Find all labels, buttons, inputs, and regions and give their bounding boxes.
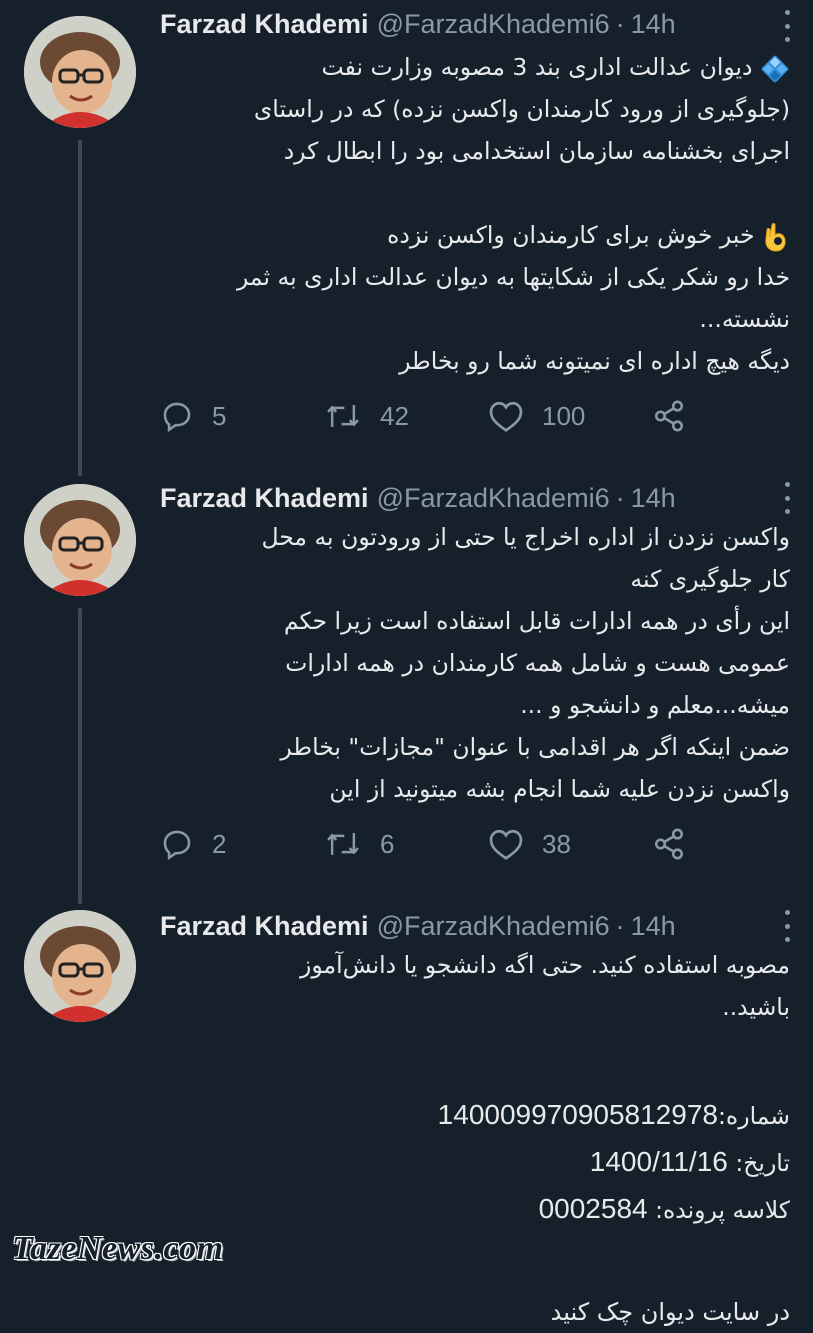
author-name[interactable]: Farzad Khademi — [160, 911, 369, 942]
share-icon — [654, 400, 684, 432]
more-vertical-icon[interactable] — [783, 10, 791, 42]
tweet-line: خدا رو شکر یکی از شکایتها به دیوان عدالت… — [236, 263, 790, 291]
retweet-count: 42 — [380, 400, 409, 431]
separator-dot: · — [615, 8, 625, 39]
tweet-line: خبر خوش برای کارمندان واکسن نزده — [160, 214, 790, 256]
tweet-line: مصوبه استفاده کنید. حتی اگه دانشجو یا دا… — [300, 951, 790, 979]
retweet-button[interactable]: 6 — [324, 827, 488, 861]
tweet-line-text: دیوان عدالت اداری بند 3 مصوبه وزارت نفت — [321, 53, 753, 81]
avatar[interactable] — [24, 484, 136, 596]
reply-icon — [163, 830, 191, 861]
field-number: شماره:140009970905812978 — [160, 1092, 790, 1139]
tweet[interactable]: Farzad Khademi @FarzadKhademi6 · 14h دیو… — [0, 0, 813, 470]
author-name[interactable]: Farzad Khademi — [160, 483, 369, 514]
tweet[interactable]: Farzad Khademi @FarzadKhademi6 · 14h مصو… — [0, 904, 813, 1326]
tweet-line: میشه...معلم و دانشجو و ... — [520, 691, 790, 719]
reply-count: 5 — [212, 400, 227, 431]
tweet-text: مصوبه استفاده کنید. حتی اگه دانشجو یا دا… — [160, 944, 790, 1333]
tweet-text: دیوان عدالت اداری بند 3 مصوبه وزارت نفت … — [160, 46, 790, 382]
retweet-count: 6 — [380, 828, 395, 859]
tweet-actions: 5 42 100 — [160, 396, 686, 436]
timestamp[interactable]: 14h — [631, 911, 676, 942]
author-handle[interactable]: @FarzadKhademi6 — [377, 9, 610, 40]
tweet-line: واکسن نزدن علیه شما انجام بشه میتونید از… — [329, 775, 790, 803]
tweet-line: (جلوگیری از ورود کارمندان واکسن نزده) که… — [253, 95, 790, 123]
tweet-footer-line: در سایت دیوان چک کنید — [550, 1298, 790, 1326]
retweet-icon — [327, 405, 359, 427]
ok-hand-icon — [765, 222, 786, 252]
tweet-header: Farzad Khademi @FarzadKhademi6 · 14h — [160, 2, 793, 46]
field-value: 140009970905812978 — [437, 1099, 718, 1130]
timestamp[interactable]: 14h — [631, 9, 676, 40]
like-button[interactable]: 100 — [488, 399, 652, 433]
tweet-line: باشید.. — [722, 993, 790, 1021]
field-case-class: کلاسه پرونده: 0002584 — [160, 1186, 790, 1233]
reply-button[interactable]: 2 — [160, 827, 324, 861]
reply-icon — [163, 402, 191, 433]
author-name[interactable]: Farzad Khademi — [160, 9, 369, 40]
avatar-image — [24, 910, 136, 1022]
avatar-image — [24, 16, 136, 128]
field-value: 1400/11/16 — [589, 1146, 728, 1177]
heart-icon — [489, 401, 523, 432]
tweet-line: نشسته... — [699, 305, 790, 333]
like-count: 100 — [542, 400, 586, 431]
blue-diamond-icon — [761, 55, 789, 82]
avatar[interactable] — [24, 910, 136, 1022]
avatar[interactable] — [24, 16, 136, 128]
share-icon — [654, 828, 684, 860]
field-date: تاریخ: 1400/11/16 — [160, 1139, 790, 1186]
tweet-actions: 2 6 38 — [160, 824, 686, 864]
like-count: 38 — [542, 828, 571, 859]
timestamp[interactable]: 14h — [631, 483, 676, 514]
field-label: تاریخ: — [727, 1149, 790, 1177]
share-button[interactable] — [652, 827, 686, 861]
tweet-line: واکسن نزدن از اداره اخراج یا حتی از ورود… — [261, 523, 790, 551]
tweet[interactable]: Farzad Khademi @FarzadKhademi6 · 14h واک… — [0, 476, 813, 896]
heart-icon — [489, 829, 523, 860]
tweet-line: کار جلوگیری کنه — [630, 565, 790, 593]
tweet-line: این رأی در همه ادارات قابل استفاده است ز… — [283, 607, 790, 635]
tweet-line: دیگه هیچ اداره ای نمیتونه شما رو بخاطر — [399, 347, 790, 375]
avatar-image — [24, 484, 136, 596]
retweet-button[interactable]: 42 — [324, 399, 488, 433]
reply-count: 2 — [212, 828, 227, 859]
separator-dot: · — [615, 910, 625, 941]
field-label: شماره: — [717, 1102, 790, 1130]
tweet-text: واکسن نزدن از اداره اخراج یا حتی از ورود… — [160, 516, 790, 810]
tweet-line: دیوان عدالت اداری بند 3 مصوبه وزارت نفت — [160, 46, 790, 88]
more-vertical-icon[interactable] — [783, 910, 791, 942]
like-button[interactable]: 38 — [488, 827, 652, 861]
reply-button[interactable]: 5 — [160, 399, 324, 433]
field-value: 0002584 — [538, 1193, 648, 1224]
author-handle[interactable]: @FarzadKhademi6 — [377, 911, 610, 942]
more-vertical-icon[interactable] — [783, 482, 791, 514]
field-label: کلاسه پرونده: — [647, 1196, 790, 1224]
tweet-header: Farzad Khademi @FarzadKhademi6 · 14h — [160, 476, 793, 520]
separator-dot: · — [615, 482, 625, 513]
tweet-line: اجرای بخشنامه سازمان استخدامی بود را ابط… — [283, 137, 790, 165]
tweet-line-text: خبر خوش برای کارمندان واکسن نزده — [387, 221, 755, 249]
tweet-line: عمومی هست و شامل همه کارمندان در همه ادا… — [285, 649, 790, 677]
tweet-header: Farzad Khademi @FarzadKhademi6 · 14h — [160, 904, 793, 948]
tweet-line: ضمن اینکه اگر هر اقدامی با عنوان "مجازات… — [280, 733, 790, 761]
watermark-logo: TazeNews.com — [12, 1230, 224, 1267]
share-button[interactable] — [652, 399, 686, 433]
retweet-icon — [327, 833, 359, 855]
author-handle[interactable]: @FarzadKhademi6 — [377, 483, 610, 514]
